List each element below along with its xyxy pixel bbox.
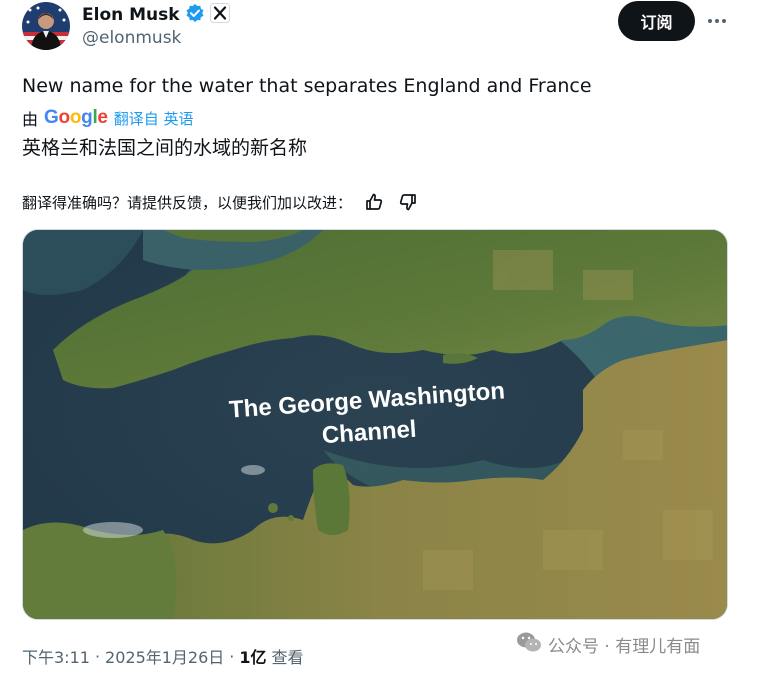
- translated-text: 英格兰和法国之间的水域的新名称: [22, 137, 308, 159]
- translation-feedback: 翻译得准确吗？请提供反馈，以便我们加以改进：: [22, 191, 420, 213]
- translation-row: 由 Google 翻译自 英语: [22, 106, 193, 130]
- subscribe-button[interactable]: 订阅: [618, 1, 695, 41]
- thumbs-up-icon[interactable]: [362, 191, 386, 213]
- avatar[interactable]: [22, 2, 70, 50]
- more-icon[interactable]: [704, 12, 730, 30]
- author-name-row: Elon Musk: [82, 3, 230, 27]
- google-logo: Google: [44, 107, 108, 128]
- author-name[interactable]: Elon Musk: [82, 5, 180, 25]
- watermark: 公众号 · 有理儿有面: [516, 631, 700, 658]
- x-logo-icon[interactable]: [209, 3, 230, 27]
- meta-separator-2: ·: [229, 646, 235, 666]
- views-label: 查看: [271, 648, 304, 667]
- verified-badge-icon: [185, 3, 205, 27]
- author-handle[interactable]: @elonmusk: [82, 28, 181, 48]
- wechat-icon: [516, 631, 542, 658]
- translation-source-link[interactable]: 翻译自 英语: [114, 108, 194, 129]
- tweet-date[interactable]: 2025年1月26日: [105, 644, 224, 668]
- thumbs-down-icon[interactable]: [396, 191, 420, 213]
- meta-separator: ·: [94, 646, 101, 666]
- tweet-image[interactable]: The George Washington Channel: [22, 229, 728, 620]
- map-image: The George Washington Channel: [23, 230, 727, 619]
- views-count: 1亿: [239, 648, 267, 667]
- tweet-text: New name for the water that separates En…: [22, 75, 592, 97]
- tweet-time[interactable]: 下午3:11: [22, 644, 90, 668]
- avatar-image: [22, 2, 70, 50]
- feedback-prompt: 翻译得准确吗？请提供反馈，以便我们加以改进：: [22, 193, 353, 212]
- tweet-meta: 下午3:11 · 2025年1月26日 · 1亿 查看: [22, 644, 304, 668]
- watermark-text: 公众号 · 有理儿有面: [548, 637, 701, 657]
- translation-prefix: 由: [22, 110, 39, 129]
